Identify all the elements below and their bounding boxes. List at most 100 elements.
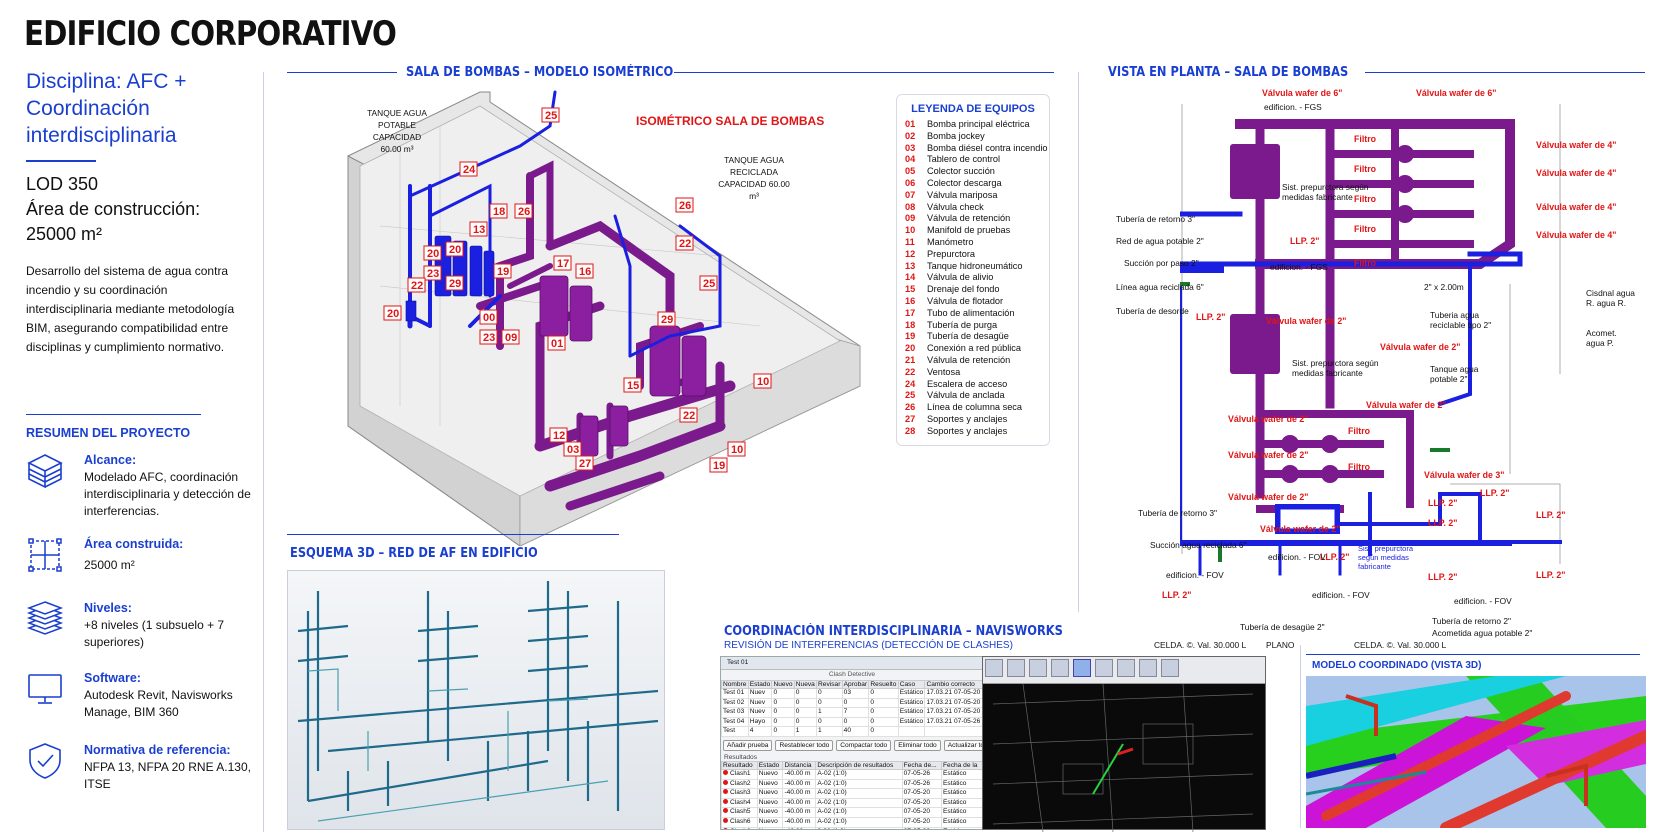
summary-text: Autodesk Revit, Navisworks Manage, BIM 3…	[84, 688, 233, 719]
table-cell: Test	[723, 727, 736, 735]
svg-text:19: 19	[497, 266, 509, 278]
clash-test-tab[interactable]: Test 01	[721, 657, 983, 670]
table-row[interactable]: Clash1 Nuevo -40.00 m A-02 (1:0) 07-05-26 Est…	[721, 768, 983, 780]
pipe-network-graphic	[297, 581, 659, 822]
column-header[interactable]: Caso	[897, 680, 926, 689]
iso-tag: 15	[623, 377, 642, 393]
table-cell: 1	[818, 727, 822, 735]
plan-label: Válvula wafer de 2"	[1366, 400, 1447, 410]
table-row[interactable]: Clash6 Nuevo -40.00 m 0-02 (1:0) 07-05-20 Est…	[721, 826, 983, 829]
legend-text: Manómetro	[927, 236, 974, 247]
column-header[interactable]: Distancia	[782, 760, 817, 770]
clash-action-button[interactable]: Compactar todo	[836, 739, 892, 751]
table-cell: Estático	[943, 779, 967, 787]
svg-text:10: 10	[757, 376, 769, 388]
clash-status-icon	[723, 827, 728, 829]
table-row[interactable]: Clash4 Nuevo -40.00 m A-02 (1:0) 07-05-20 Est…	[721, 797, 983, 809]
ribbon-tool-icon[interactable]	[1073, 659, 1091, 677]
table-row[interactable]: Test 03 Nuev 0 0 1 7 0 Estático 17.03.21 07-05-2…	[721, 707, 983, 718]
table-cell: Nuevo	[758, 779, 778, 787]
legend-number: 26	[905, 402, 916, 413]
legend-text: Bomba jockey	[927, 130, 985, 141]
project-description: Desarrollo del sistema de agua contra in…	[26, 264, 235, 354]
wireframe-view	[992, 683, 1254, 833]
iso-drawing-title: ISOMÉTRICO SALA DE BOMBAS	[636, 114, 825, 128]
clash-action-button[interactable]: Restablecer todo	[775, 739, 834, 751]
legend-number: 13	[905, 260, 916, 271]
legend-number: 02	[905, 130, 916, 141]
plan-label: Válvula wafer de 4"	[1536, 140, 1617, 150]
ribbon-tool-icon[interactable]	[1139, 659, 1157, 677]
plan-label: Válvula wafer de 2"	[1266, 316, 1347, 326]
summary-heading: Área construida:	[84, 537, 184, 551]
tank2-label: TANQUE AGUA RECICLADA CAPACIDAD 60.00 m³	[718, 155, 790, 201]
summary-title: RESUMEN DEL PROYECTO	[26, 426, 191, 440]
plan-label: LLP. 2"	[1162, 590, 1192, 600]
clash-action-button[interactable]: Añadir prueba	[723, 739, 773, 751]
legend-text: Prepurctora	[927, 248, 976, 259]
clash-status-icon	[723, 789, 728, 795]
clash-action-button[interactable]: Eliminar todo	[894, 739, 941, 751]
summary-text: 25000 m²	[84, 558, 135, 572]
table-row[interactable]: Test 01 Nuev 0 0 0 03 0 Estático 17.03.21 07-05-…	[721, 688, 983, 699]
column-separator	[1078, 72, 1079, 612]
legend-number: 25	[905, 390, 916, 401]
table-row[interactable]: Clash6 Nuevo -40.00 m A-02 (1:0) 07-05-20 Est…	[721, 816, 983, 828]
table-row[interactable]: Clash3 Nuevo -40.00 m A-02 (1:0) 07-05-20 Est…	[721, 788, 983, 799]
column-header[interactable]: Resuelto	[868, 680, 899, 689]
svg-text:23: 23	[483, 332, 495, 344]
column-header[interactable]: Revisar	[816, 680, 843, 689]
ribbon-tool-icon[interactable]	[985, 659, 1003, 677]
clash-actions: Añadir prueba Restablecer todo Compactar t…	[721, 737, 983, 754]
column-header[interactable]: Fecha de...	[901, 760, 943, 770]
table-row[interactable]: Test 04 Hayo 0 0 0 0 0 Estático 17.03.21 07-05-2…	[721, 716, 983, 728]
svg-text:20: 20	[449, 244, 461, 256]
column-header[interactable]: Fecha de la	[941, 760, 983, 770]
legend-number: 09	[905, 213, 916, 224]
ribbon-tool-icon[interactable]	[1007, 659, 1025, 677]
column-header[interactable]: Cambio correcto	[924, 680, 983, 689]
column-header[interactable]: Resultado	[721, 760, 758, 770]
clash-action-button[interactable]: Actualizar todo	[943, 739, 983, 751]
column-header[interactable]: Nombre	[721, 680, 749, 689]
summary-heading: Software:	[84, 671, 141, 685]
column-header[interactable]: Nuevo	[771, 680, 795, 689]
column-header[interactable]: Aprobar	[841, 680, 870, 689]
table-cell: -40.00 m	[784, 817, 811, 825]
legend-row: 11 Manómetro	[897, 237, 1049, 249]
iso-tag: 09	[501, 329, 520, 345]
table-cell: 0	[795, 708, 800, 716]
ribbon-tool-icon[interactable]	[1051, 659, 1069, 677]
table-cell: 0	[773, 708, 778, 716]
table-cell: Clash6	[730, 828, 751, 829]
ribbon-tool-icon[interactable]	[1095, 659, 1113, 677]
plan-label: LLP. 2"	[1480, 488, 1510, 498]
table-cell: 1	[795, 727, 800, 735]
table-header-row: Resultado Estado Distancia Descripción de r…	[721, 760, 983, 770]
column-header[interactable]: Estado	[756, 760, 784, 770]
ribbon-tool-icon[interactable]	[1161, 659, 1179, 677]
legend-number: 07	[905, 189, 916, 200]
plan-label: Sist. prepurctora según medidas fabrican…	[1292, 358, 1379, 378]
table-cell: -40.00 m	[784, 828, 810, 829]
table-cell: A-02 (1:0)	[817, 769, 847, 777]
table-cell: Nuevo	[758, 808, 778, 816]
ribbon-tool-icon[interactable]	[1029, 659, 1047, 677]
legend-text: Bomba principal eléctrica	[927, 119, 1030, 129]
table-cell: 07-05-26	[903, 779, 931, 787]
table-row[interactable]: Test 4 0 1 1 40 0	[721, 726, 983, 737]
table-header-row: Nombre Estado Nuevo Nueva Revisar Aprobar Resu…	[721, 680, 983, 689]
table-row[interactable]: Clash5 Nuevo -40.00 m A-02 (1:0) 07-05-20 Est…	[721, 807, 983, 818]
column-header[interactable]: Descripción de resultados	[815, 760, 903, 770]
ribbon-tool-icon[interactable]	[1117, 659, 1135, 677]
table-row[interactable]: Clash2 Nuevo -40.00 m A-02 (1:0) 07-05-26 Est…	[721, 778, 983, 790]
isometric-drawing: 25 24 18 13 26 26 22 20 20 23 22 29 19 1…	[347, 90, 861, 546]
table-cell: 03	[843, 689, 851, 696]
svg-text:18: 18	[493, 206, 505, 218]
column-header[interactable]: Estado	[747, 680, 773, 689]
legend-text: Tubería de purga	[927, 319, 998, 330]
column-header[interactable]: Nueva	[793, 680, 818, 689]
plan-label: LLP. 2"	[1536, 570, 1566, 580]
table-cell: 40	[843, 727, 851, 735]
table-row[interactable]: Test 02 Nuev 0 0 0 0 0 Estático 17.03.21 07-05-2…	[721, 697, 983, 709]
